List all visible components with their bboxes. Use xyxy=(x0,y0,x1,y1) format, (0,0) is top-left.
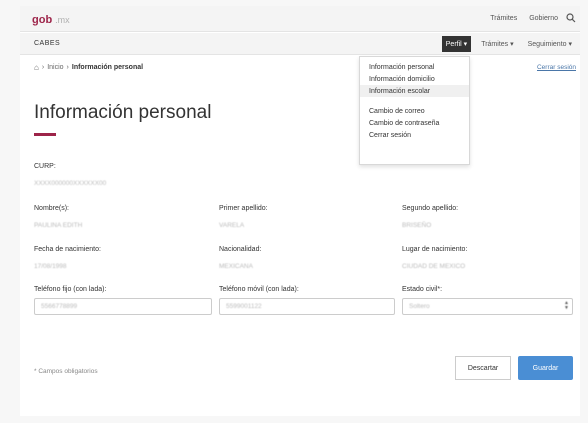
page-title: Información personal xyxy=(34,102,212,123)
logo-main: gob xyxy=(32,14,53,26)
segundo-apellido-value: BRISEÑO xyxy=(402,222,432,229)
menu-seguimiento[interactable]: Seguimiento ▾ xyxy=(524,36,576,52)
fecha-nacimiento-value: 17/08/1998 xyxy=(34,263,67,270)
fecha-nacimiento-label: Fecha de nacimiento: xyxy=(34,246,101,253)
breadcrumb-separator: › xyxy=(41,64,45,71)
page-container: gob .mx Trámites Gobierno CABES Perfil ▾ … xyxy=(20,6,580,416)
breadcrumb-inicio[interactable]: Inicio xyxy=(47,64,63,71)
logout-link[interactable]: Cerrar sesión xyxy=(537,64,576,71)
segundo-apellido-label: Segundo apellido: xyxy=(402,205,459,212)
primer-apellido-label: Primer apellido: xyxy=(219,205,268,212)
sub-nav-menus: Perfil ▾ Trámites ▾ Seguimiento ▾ xyxy=(441,36,576,52)
nacionalidad-label: Nacionalidad: xyxy=(219,246,262,253)
estado-civil-select[interactable]: Soltero ▲ ▼ xyxy=(402,298,573,315)
dropdown-item-informacion-domicilio[interactable]: Información domicilio xyxy=(360,73,469,85)
telefono-fijo-input[interactable]: 5566778899 xyxy=(34,298,212,315)
telefono-movil-input[interactable]: 5599001122 xyxy=(219,298,395,315)
top-header: gob .mx Trámites Gobierno xyxy=(20,6,580,32)
nombre-value: PAULINA EDITH xyxy=(34,222,83,229)
select-arrows-icon: ▲ ▼ xyxy=(564,300,569,311)
primer-apellido-value: VARELA xyxy=(219,222,245,229)
sub-nav: CABES Perfil ▾ Trámites ▾ Seguimiento ▾ xyxy=(20,33,580,55)
menu-perfil[interactable]: Perfil ▾ xyxy=(441,36,472,52)
dropdown-divider xyxy=(360,97,469,105)
dropdown-item-informacion-personal[interactable]: Información personal xyxy=(360,61,469,73)
dropdown-item-informacion-escolar[interactable]: Información escolar xyxy=(360,85,469,97)
save-button[interactable]: Guardar xyxy=(518,356,573,380)
estado-civil-value: Soltero xyxy=(409,303,430,310)
gob-mx-logo[interactable]: gob .mx xyxy=(32,14,70,26)
telefono-movil-label: Teléfono móvil (con lada): xyxy=(219,286,299,293)
title-underline xyxy=(34,133,56,136)
top-nav: Trámites Gobierno xyxy=(490,15,558,22)
curp-value: XXXX000000XXXXXX00 xyxy=(34,180,107,187)
dropdown-item-cambio-correo[interactable]: Cambio de correo xyxy=(360,105,469,117)
nombre-label: Nombre(s): xyxy=(34,205,70,212)
site-brand[interactable]: CABES xyxy=(34,40,60,47)
perfil-dropdown-menu: Información personal Información domicil… xyxy=(359,56,470,165)
lugar-nacimiento-value: CIUDAD DE MEXICO xyxy=(402,263,466,270)
logo-suffix: .mx xyxy=(55,15,70,25)
menu-tramites[interactable]: Trámites ▾ xyxy=(477,36,517,52)
telefono-fijo-label: Teléfono fijo (con lada): xyxy=(34,286,107,293)
top-nav-gobierno[interactable]: Gobierno xyxy=(529,15,558,22)
estado-civil-label: Estado civil*: xyxy=(402,286,443,293)
required-fields-note: * Campos obligatorios xyxy=(34,368,98,375)
home-icon[interactable]: ⌂ xyxy=(34,63,39,72)
breadcrumb-separator: › xyxy=(66,64,69,71)
lugar-nacimiento-label: Lugar de nacimiento: xyxy=(402,246,468,253)
cancel-button[interactable]: Descartar xyxy=(455,356,511,380)
top-nav-tramites[interactable]: Trámites xyxy=(490,15,517,22)
dropdown-item-cambio-contrasena[interactable]: Cambio de contraseña xyxy=(360,117,469,129)
telefono-movil-value: 5599001122 xyxy=(226,303,262,310)
dropdown-item-cerrar-sesion[interactable]: Cerrar sesión xyxy=(360,129,469,141)
breadcrumb: ⌂ › Inicio › Información personal xyxy=(34,63,143,72)
breadcrumb-current: Información personal xyxy=(71,64,144,71)
telefono-fijo-value: 5566778899 xyxy=(41,303,78,310)
curp-label: CURP: xyxy=(34,163,56,170)
nacionalidad-value: MEXICANA xyxy=(219,263,253,270)
search-icon[interactable] xyxy=(566,13,576,23)
